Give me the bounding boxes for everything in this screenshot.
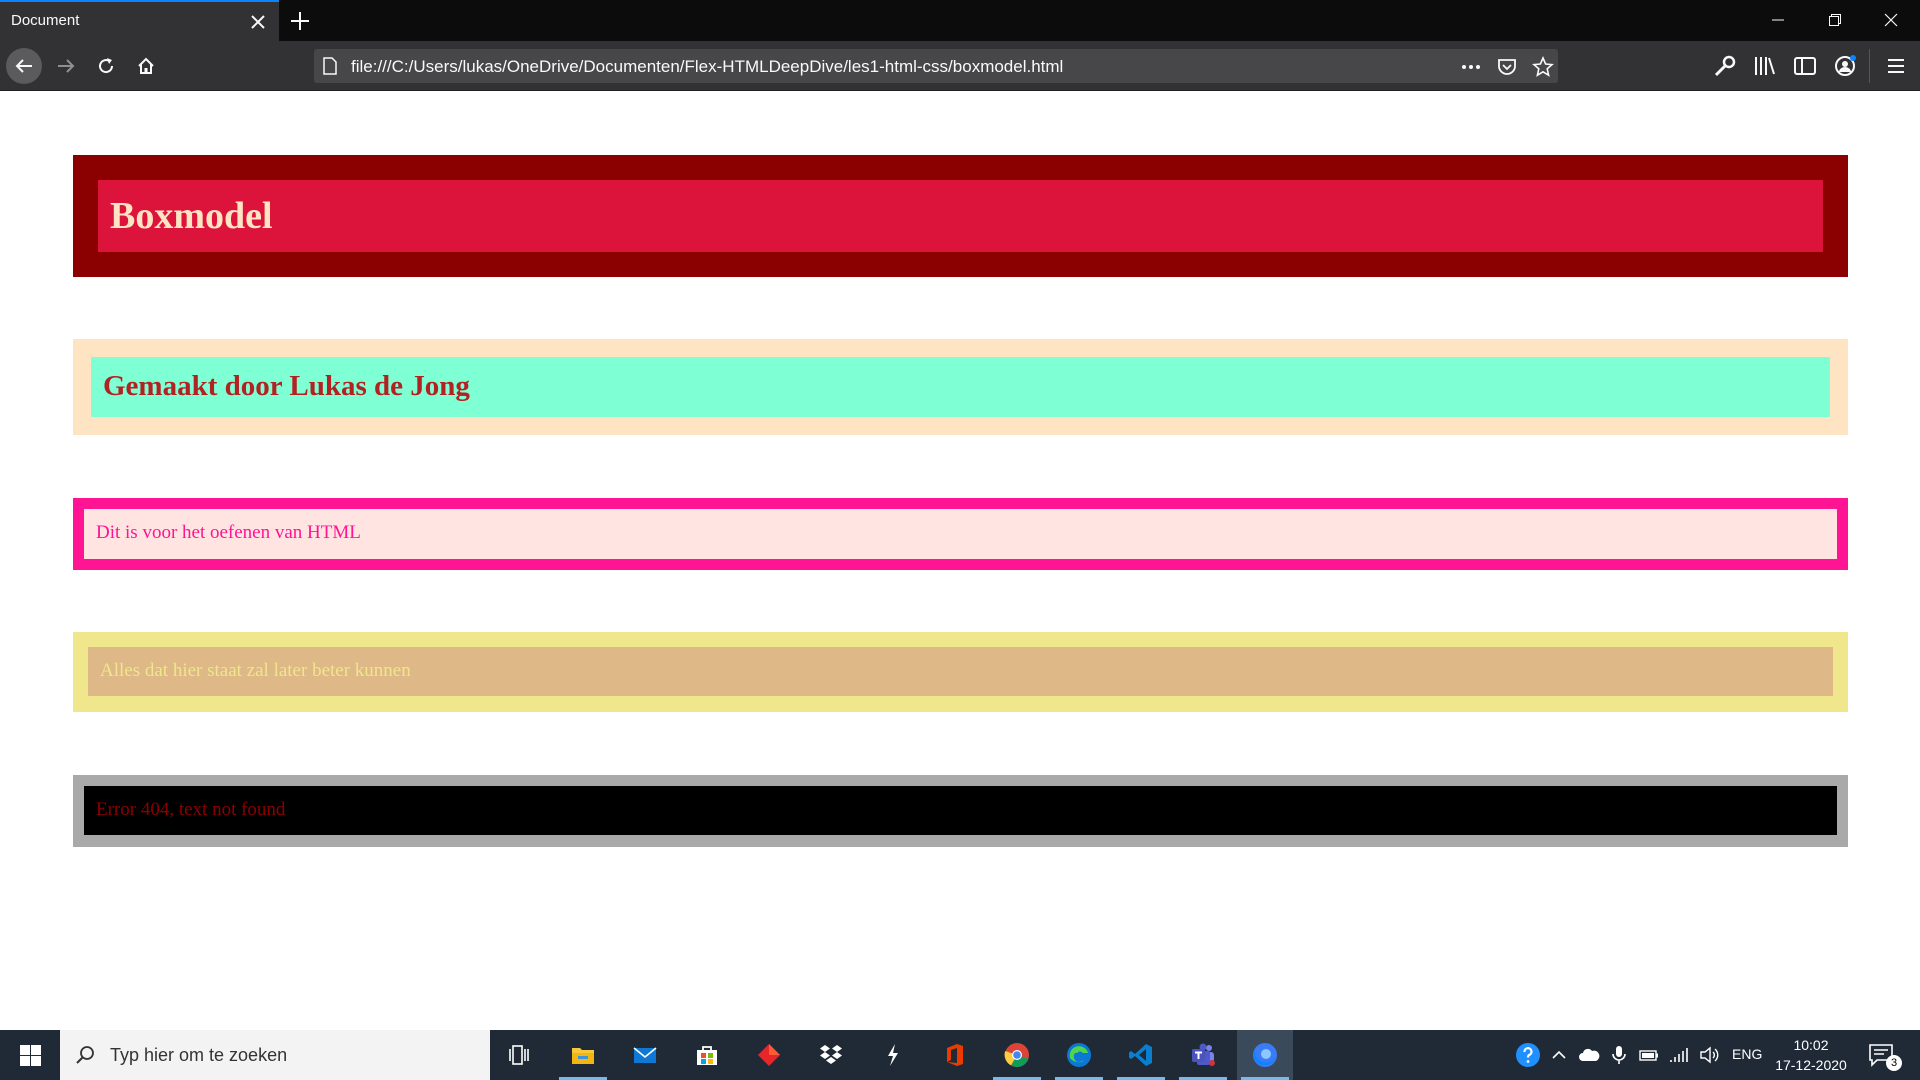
browser-tab[interactable]: Document <box>0 0 279 41</box>
notification-center-icon[interactable]: 3 <box>1868 1042 1902 1071</box>
box-author: Gemaakt door Lukas de Jong <box>73 339 1848 435</box>
page-document-icon <box>322 57 338 80</box>
account-icon[interactable] <box>1832 53 1858 79</box>
author-heading: Gemaakt door Lukas de Jong <box>103 370 470 402</box>
taskbar-search-box[interactable]: Typ hier om te zoeken <box>60 1030 490 1080</box>
new-tab-plus-icon[interactable] <box>288 9 312 33</box>
search-icon <box>75 1044 97 1071</box>
tab-bar: Document <box>0 0 1920 41</box>
url-text: file:///C:/Users/lukas/OneDrive/Document… <box>351 57 1064 76</box>
page-actions-dots-icon[interactable] <box>1460 56 1482 78</box>
box-error-inner: Error 404, text not found <box>84 786 1837 835</box>
microphone-icon[interactable] <box>1608 1044 1630 1066</box>
tab-title: Document <box>11 12 80 29</box>
error-text: Error 404, text not found <box>96 799 286 820</box>
volume-icon[interactable] <box>1698 1044 1720 1066</box>
menu-hamburger-icon[interactable] <box>1883 53 1909 79</box>
office-icon[interactable] <box>927 1030 983 1080</box>
taskbar: Typ hier om te zoeken ENG 10:02 17-12-20… <box>0 1030 1920 1080</box>
clock[interactable]: 10:02 17-12-2020 <box>1772 1035 1850 1075</box>
close-tab-icon[interactable] <box>249 13 267 31</box>
language-indicator[interactable]: ENG <box>1732 1046 1762 1062</box>
forward-arrow-icon[interactable] <box>48 48 84 84</box>
bolt-app-icon[interactable] <box>865 1030 921 1080</box>
restore-icon[interactable] <box>1812 0 1858 41</box>
dropbox-icon[interactable] <box>803 1030 859 1080</box>
teams-icon[interactable] <box>1175 1030 1231 1080</box>
page-content: Boxmodel Gemaakt door Lukas de Jong Dit … <box>0 92 1920 1030</box>
battery-icon[interactable] <box>1638 1044 1660 1066</box>
later-text: Alles dat hier staat zal later beter kun… <box>100 660 411 681</box>
task-view-icon[interactable] <box>492 1030 548 1080</box>
chevron-up-icon[interactable] <box>1548 1044 1570 1066</box>
help-icon[interactable] <box>1515 1042 1541 1068</box>
close-window-icon[interactable] <box>1868 0 1914 41</box>
store-icon[interactable] <box>679 1030 735 1080</box>
search-placeholder: Typ hier om te zoeken <box>110 1045 288 1065</box>
pocket-icon[interactable] <box>1496 56 1518 78</box>
edge-icon[interactable] <box>1051 1030 1107 1080</box>
url-bar[interactable]: file:///C:/Users/lukas/OneDrive/Document… <box>314 49 1558 83</box>
wrench-icon[interactable] <box>1712 53 1738 79</box>
clock-time: 10:02 <box>1793 1037 1829 1053</box>
chrome-icon[interactable] <box>989 1030 1045 1080</box>
wifi-icon[interactable] <box>1668 1044 1690 1066</box>
box-practice: Dit is voor het oefenen van HTML <box>73 498 1848 570</box>
notification-count-badge: 3 <box>1886 1055 1902 1071</box>
sidebar-icon[interactable] <box>1792 53 1818 79</box>
box-practice-inner: Dit is voor het oefenen van HTML <box>84 509 1837 559</box>
practice-text: Dit is voor het oefenen van HTML <box>96 522 361 543</box>
clock-date: 17-12-2020 <box>1775 1057 1847 1073</box>
library-icon[interactable] <box>1752 53 1778 79</box>
navigation-bar: file:///C:/Users/lukas/OneDrive/Document… <box>0 41 1920 91</box>
box-later: Alles dat hier staat zal later beter kun… <box>73 632 1848 712</box>
back-arrow-icon[interactable] <box>6 48 42 84</box>
reload-icon[interactable] <box>88 48 124 84</box>
box-later-inner: Alles dat hier staat zal later beter kun… <box>88 647 1833 696</box>
box-title: Boxmodel <box>73 155 1848 277</box>
box-author-inner: Gemaakt door Lukas de Jong <box>91 357 1830 417</box>
red-app-icon[interactable] <box>741 1030 797 1080</box>
windows-start-icon[interactable] <box>0 1030 60 1080</box>
page-title: Boxmodel <box>110 195 273 237</box>
home-icon[interactable] <box>128 48 164 84</box>
minimize-icon[interactable] <box>1755 0 1801 41</box>
box-title-inner: Boxmodel <box>98 180 1823 252</box>
box-error: Error 404, text not found <box>73 775 1848 847</box>
mail-icon[interactable] <box>617 1030 673 1080</box>
toolbar-separator <box>1869 49 1870 83</box>
bookmark-star-icon[interactable] <box>1532 55 1554 78</box>
file-explorer-icon[interactable] <box>555 1030 611 1080</box>
onedrive-cloud-icon[interactable] <box>1578 1044 1600 1066</box>
firefox-icon[interactable] <box>1237 1030 1293 1080</box>
vscode-icon[interactable] <box>1113 1030 1169 1080</box>
